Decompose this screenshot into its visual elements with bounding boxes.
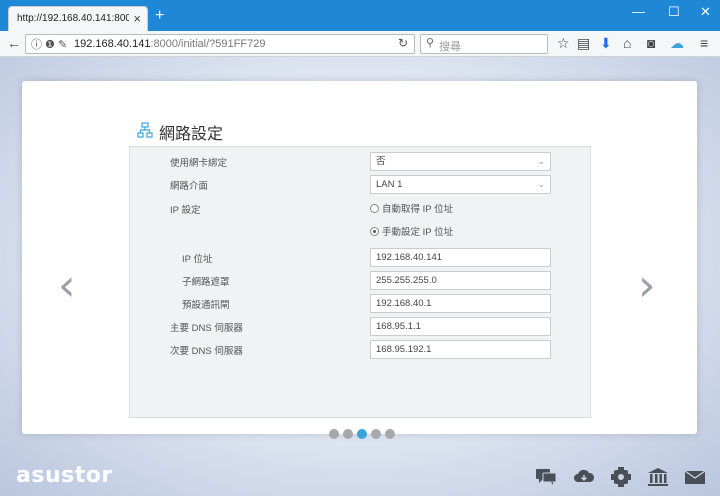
- reader-list-icon[interactable]: ▤: [577, 34, 590, 52]
- settings-icon[interactable]: [610, 467, 632, 487]
- subnet-mask-input[interactable]: 255.255.255.0: [370, 271, 551, 290]
- gateway-label: 預設通訊閘: [182, 300, 230, 311]
- manual-ip-radio[interactable]: 手動設定 IP 位址: [370, 224, 453, 240]
- primary-dns-label: 主要 DNS 伺服器: [170, 323, 243, 334]
- ip-address-input[interactable]: 192.168.40.141: [370, 248, 551, 267]
- url-text: 192.168.40.141:8000/initial/?591FF729: [74, 38, 265, 50]
- primary-dns-value: 168.95.1.1: [376, 321, 421, 332]
- chevron-down-icon: ⌄: [537, 179, 545, 189]
- url-path: :8000/initial/?591FF729: [150, 38, 266, 50]
- subnet-mask-label: 子網路遮罩: [182, 277, 230, 288]
- ip-address-label: IP 位址: [182, 254, 213, 265]
- secondary-dns-label: 次要 DNS 伺服器: [170, 346, 243, 357]
- next-arrow-icon[interactable]: ›: [638, 264, 656, 308]
- back-icon[interactable]: ←: [7, 34, 21, 52]
- new-tab-button[interactable]: +: [155, 8, 164, 24]
- tab-close-icon[interactable]: ×: [133, 7, 141, 31]
- interface-label: 網路介面: [170, 181, 209, 192]
- secondary-dns-input[interactable]: 168.95.192.1: [370, 340, 551, 359]
- page-dot[interactable]: [385, 429, 395, 439]
- browser-tab-bar: http://192.168.40.141:8000/ini × + — ☐ ✕: [0, 0, 720, 31]
- menu-icon[interactable]: ≡: [700, 34, 708, 52]
- interface-value: LAN 1: [376, 179, 403, 190]
- url-bar[interactable]: ⓘ ❶ ✎ 192.168.40.141:8000/initial/?591FF…: [25, 34, 415, 54]
- reload-icon[interactable]: ↻: [398, 36, 408, 50]
- ip-address-value: 192.168.40.141: [376, 252, 443, 263]
- network-icon: [137, 122, 153, 138]
- tab-title: http://192.168.40.141:8000/ini: [17, 13, 129, 24]
- window-close-icon[interactable]: ✕: [700, 4, 711, 20]
- previous-arrow-icon[interactable]: ‹: [58, 264, 76, 308]
- browser-nav-bar: ← ⓘ ❶ ✎ 192.168.40.141:8000/initial/?591…: [0, 31, 720, 57]
- bonding-value: 否: [376, 156, 386, 167]
- minimize-icon[interactable]: —: [632, 4, 645, 19]
- chevron-down-icon: ⌄: [537, 156, 545, 166]
- gateway-value: 192.168.40.1: [376, 298, 432, 309]
- radio-unchecked-icon[interactable]: [370, 204, 379, 213]
- subnet-mask-value: 255.255.255.0: [376, 275, 437, 286]
- asustor-logo: asustor: [16, 463, 113, 488]
- bonding-select[interactable]: 否 ⌄: [370, 152, 551, 171]
- search-bar[interactable]: ⚲ 搜尋: [420, 34, 548, 54]
- settings-panel: 使用網卡綁定 否 ⌄ 網路介面 LAN 1 ⌄ IP 設定 自動取得 IP 位址…: [129, 146, 591, 418]
- footer: asustor: [0, 457, 720, 496]
- browser-tab[interactable]: http://192.168.40.141:8000/ini ×: [8, 6, 148, 31]
- page-dot-active[interactable]: [357, 429, 367, 439]
- page-dot[interactable]: [371, 429, 381, 439]
- chat-icon[interactable]: [535, 467, 557, 487]
- bookmark-star-icon[interactable]: ☆: [557, 34, 570, 52]
- search-placeholder: 搜尋: [439, 41, 461, 53]
- sync-cloud-icon[interactable]: ☁: [670, 34, 684, 52]
- download-icon[interactable]: ⬇: [600, 34, 612, 52]
- page: ‹ › 網路設定 使用網卡綁定 否 ⌄ 網路介面 LAN 1 ⌄ IP 設定 自…: [0, 57, 720, 496]
- primary-dns-input[interactable]: 168.95.1.1: [370, 317, 551, 336]
- auto-ip-radio[interactable]: 自動取得 IP 位址: [370, 201, 453, 217]
- wizard-card: ‹ › 網路設定 使用網卡綁定 否 ⌄ 網路介面 LAN 1 ⌄ IP 設定 自…: [22, 81, 697, 439]
- manual-ip-label: 手動設定 IP 位址: [382, 227, 454, 238]
- auto-ip-label: 自動取得 IP 位址: [382, 204, 454, 215]
- cloud-download-icon[interactable]: [573, 467, 595, 487]
- page-dot[interactable]: [329, 429, 339, 439]
- pocket-icon[interactable]: ◙: [647, 34, 655, 52]
- home-icon[interactable]: ⌂: [623, 34, 631, 52]
- site-info-icon[interactable]: ⓘ ❶ ✎: [31, 36, 67, 52]
- mail-icon[interactable]: [684, 467, 706, 487]
- page-title: 網路設定: [159, 126, 224, 143]
- interface-select[interactable]: LAN 1 ⌄: [370, 175, 551, 194]
- search-icon: ⚲: [426, 37, 435, 49]
- gateway-input[interactable]: 192.168.40.1: [370, 294, 551, 313]
- ip-setting-label: IP 設定: [170, 205, 201, 216]
- bank-icon[interactable]: [647, 467, 669, 487]
- maximize-icon[interactable]: ☐: [668, 4, 680, 20]
- page-dot[interactable]: [343, 429, 353, 439]
- radio-checked-icon[interactable]: [370, 227, 379, 236]
- secondary-dns-value: 168.95.192.1: [376, 344, 432, 355]
- bonding-label: 使用網卡綁定: [170, 158, 228, 169]
- url-host: 192.168.40.141: [74, 38, 151, 50]
